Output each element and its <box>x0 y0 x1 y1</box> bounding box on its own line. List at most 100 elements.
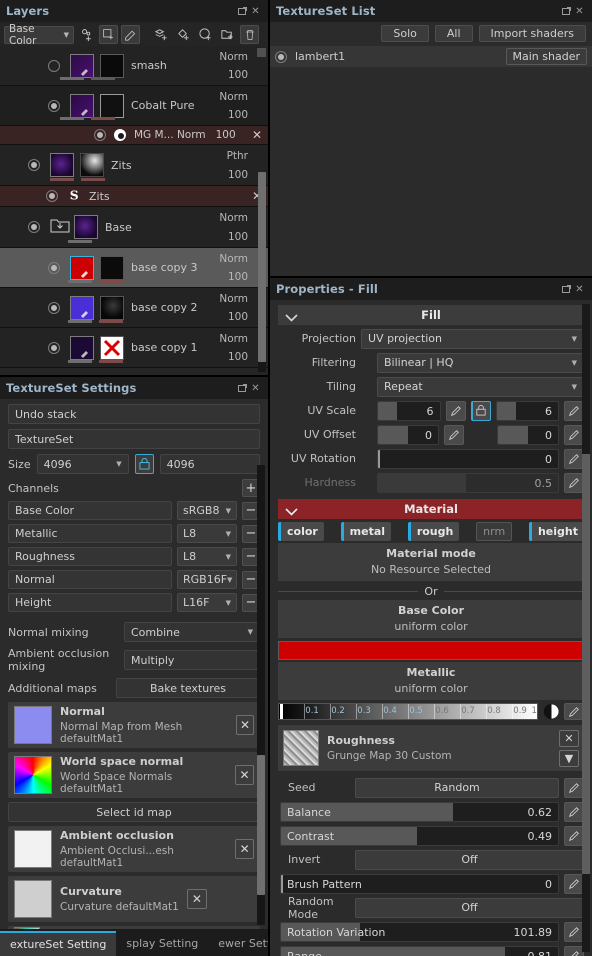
layer-visibility-toggle[interactable] <box>48 341 60 354</box>
invert-button[interactable]: Off <box>355 849 584 870</box>
list-item[interactable]: Ambient occlusion Ambient Occlusi...esh … <box>8 826 260 872</box>
material-mode-box[interactable]: Material mode No Resource Selected <box>278 543 584 581</box>
channel-name[interactable]: Roughness <box>8 547 172 566</box>
chip-rough[interactable]: rough <box>407 522 460 541</box>
brush-pattern-slider[interactable]: Brush Pattern 0 <box>280 873 559 894</box>
layer-thumbnail[interactable] <box>50 153 74 177</box>
layer-opacity[interactable]: 100 <box>228 311 248 323</box>
layer-thumbnail[interactable] <box>70 335 94 360</box>
layer-blend-mode[interactable]: Norm <box>219 333 248 345</box>
effect-close-icon[interactable]: ✕ <box>252 128 262 142</box>
layer-visibility-toggle[interactable] <box>28 159 40 171</box>
channel-format-select[interactable]: L8 ▼ <box>177 524 237 543</box>
layer-thumbnail[interactable] <box>70 93 94 118</box>
layer-thumbnail[interactable] <box>74 215 98 239</box>
size-lock-button[interactable] <box>134 454 154 474</box>
layer-opacity[interactable]: 100 <box>228 169 248 181</box>
uv-rotation-slider[interactable]: 0 <box>377 448 559 469</box>
roughness-close-icon[interactable]: ✕ <box>559 729 579 747</box>
remove-map-button[interactable]: ✕ <box>235 839 254 859</box>
float-icon[interactable] <box>560 282 573 296</box>
layer-opacity[interactable]: 100 <box>228 69 248 81</box>
balance-slider[interactable]: Balance 0.62 <box>280 801 559 822</box>
scroll-thumb-top[interactable] <box>257 48 266 57</box>
all-button[interactable]: All <box>434 24 473 42</box>
chip-nrm[interactable]: nrm <box>476 522 513 541</box>
layer-mask-thumbnail[interactable] <box>100 255 124 280</box>
layer-visibility-toggle[interactable] <box>48 261 60 274</box>
contrast-edit-icon[interactable] <box>564 825 584 846</box>
layer-blend-mode[interactable]: Norm <box>219 253 248 265</box>
layer-thumbnail[interactable] <box>70 53 94 78</box>
filtering-select[interactable]: Bilinear | HQ ▼ <box>377 352 584 373</box>
layer-effect-row[interactable]: MG M... Norm 100 ✕ <box>0 126 268 145</box>
add-folder-layer-icon[interactable] <box>152 25 171 44</box>
layer-blend-mode[interactable]: Norm <box>219 91 248 103</box>
tiling-select[interactable]: Repeat ▼ <box>377 376 584 397</box>
layer-opacity[interactable]: 100 <box>228 271 248 283</box>
layer-blend-mode[interactable]: Norm <box>219 212 248 224</box>
uv-scale-v-slider[interactable]: 6 <box>495 400 559 421</box>
roughness-thumbnail[interactable] <box>283 730 319 766</box>
balance-edit-icon[interactable] <box>564 801 584 822</box>
channel-name[interactable]: Metallic <box>8 524 172 543</box>
table-row[interactable]: Cobalt Pure Norm 100 <box>0 86 268 126</box>
add-fill-icon[interactable] <box>99 25 118 44</box>
float-icon[interactable] <box>236 4 249 18</box>
layer-thumbnail[interactable] <box>70 295 94 320</box>
textureset-field[interactable]: TextureSet <box>8 429 260 449</box>
base-color-swatch[interactable] <box>278 641 584 660</box>
table-row[interactable]: base copy 3 Norm 100 <box>0 248 268 288</box>
channel-name[interactable]: Normal <box>8 570 172 589</box>
uv-scale-lock-button[interactable] <box>470 400 491 421</box>
layer-blend-mode[interactable]: Norm <box>219 51 248 63</box>
textureset-visibility-toggle[interactable] <box>275 50 287 63</box>
uv-rotation-edit-icon[interactable] <box>564 448 584 469</box>
add-generator-icon[interactable] <box>196 25 215 44</box>
tab-display-settings[interactable]: splay Setting <box>116 931 208 956</box>
layer-mask-thumbnail[interactable] <box>100 295 124 320</box>
effect-opacity[interactable]: 100 <box>216 129 236 141</box>
channel-format-select[interactable]: sRGB8 ▼ <box>177 501 237 520</box>
projection-select[interactable]: UV projection ▼ <box>361 328 584 349</box>
list-item[interactable]: lambert1 Main shader <box>270 46 592 67</box>
metallic-edit-icon[interactable] <box>564 703 584 720</box>
close-icon[interactable]: ✕ <box>249 381 262 395</box>
layer-mask-thumbnail[interactable] <box>100 53 124 78</box>
ao-mixing-select[interactable]: Multiply <box>124 650 260 670</box>
rotation-variation-slider[interactable]: Rotation Variation 101.89 <box>280 921 559 942</box>
layer-blend-mode[interactable]: Norm <box>219 293 248 305</box>
rotation-variation-edit-icon[interactable] <box>564 921 584 942</box>
layer-mask-thumbnail[interactable] <box>80 153 104 177</box>
uv-scale-v-edit-icon[interactable] <box>564 400 584 421</box>
solo-button[interactable]: Solo <box>381 24 429 42</box>
channel-name[interactable]: Base Color <box>8 501 172 520</box>
tab-textureset-settings[interactable]: extureSet Setting <box>0 931 117 956</box>
size-width-select[interactable]: 4096 ▼ <box>36 454 129 474</box>
remove-map-button[interactable]: ✕ <box>186 889 207 909</box>
properties-scrollbar[interactable] <box>582 304 590 952</box>
layer-opacity[interactable]: 100 <box>228 231 248 243</box>
add-mask-icon[interactable] <box>77 25 96 44</box>
table-row[interactable]: smash Norm 100 <box>0 46 268 86</box>
metallic-gradient-slider[interactable]: 0.1 0.2 0.3 0.4 0.5 0.6 0.7 0.8 0.9 1 <box>278 703 584 720</box>
channel-name[interactable]: Height <box>8 593 172 612</box>
list-item[interactable]: World space normal World Space Normals d… <box>8 752 260 798</box>
remove-map-button[interactable]: ✕ <box>235 715 254 735</box>
channel-format-select[interactable]: L16F ▼ <box>177 593 237 612</box>
seed-edit-icon[interactable] <box>564 777 584 798</box>
effect-visibility-toggle[interactable] <box>46 190 58 202</box>
list-item[interactable]: Curvature Curvature defaultMat1 ✕ <box>8 876 260 922</box>
remove-map-button[interactable]: ✕ <box>235 765 254 785</box>
metallic-invert-icon[interactable] <box>541 703 561 720</box>
roughness-menu-icon[interactable]: ▼ <box>559 749 579 767</box>
layer-mask-thumbnail[interactable] <box>100 335 124 360</box>
import-shaders-button[interactable]: Import shaders <box>478 24 586 42</box>
layer-list[interactable]: smash Norm 100 Cobalt Pure Norm 100 MG M… <box>0 46 268 375</box>
layer-visibility-toggle[interactable] <box>28 221 40 233</box>
metallic-box[interactable]: Metallic uniform color <box>278 662 584 700</box>
channel-format-select[interactable]: RGB16F ▼ <box>177 570 237 589</box>
table-row[interactable]: base copy 2 Norm 100 <box>0 288 268 328</box>
table-row[interactable]: Zits Pthr 100 <box>0 145 268 186</box>
uv-scale-u-edit-icon[interactable] <box>445 400 466 421</box>
